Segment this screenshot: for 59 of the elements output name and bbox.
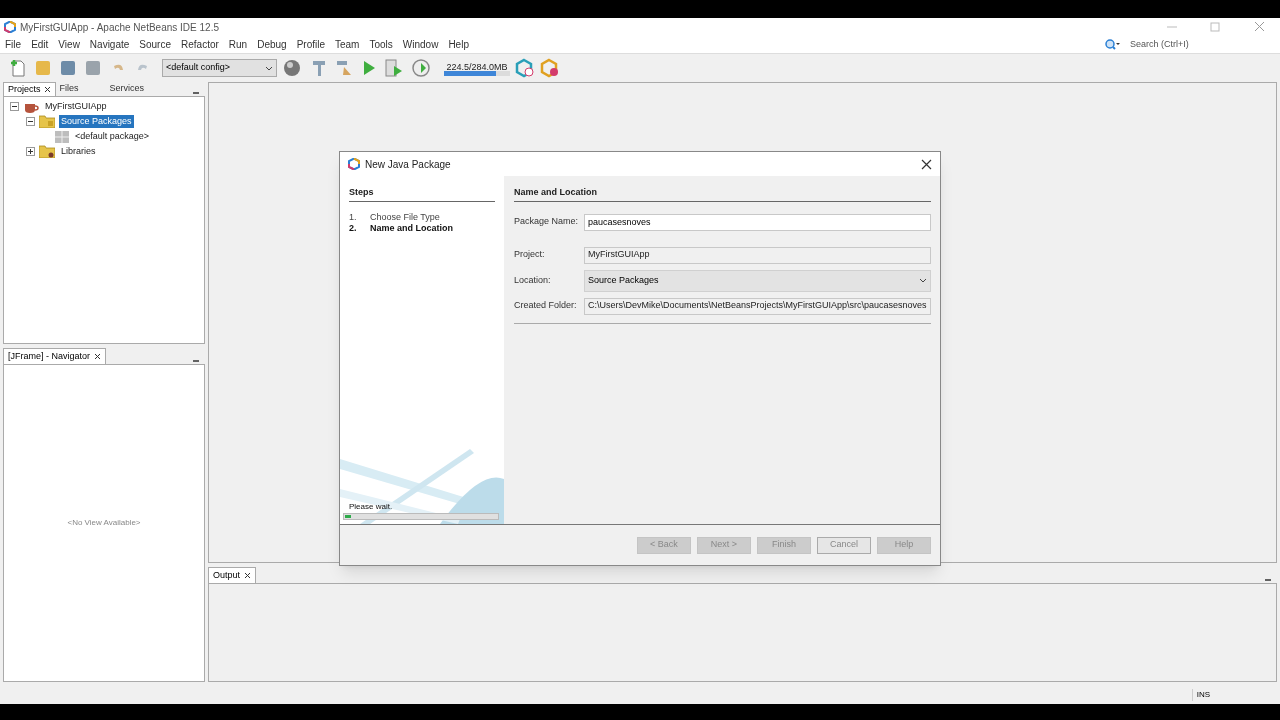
empty-message: <No View Available> <box>67 517 141 529</box>
field-label: Package Name: <box>514 215 580 229</box>
panel-tab[interactable]: Output <box>208 567 257 583</box>
menu-item[interactable]: Navigate <box>89 37 130 52</box>
text-field[interactable]: MyFirstGUIApp <box>584 246 931 264</box>
chevron-icon <box>919 278 927 283</box>
close-icon[interactable] <box>244 572 252 579</box>
dialog-title: New Java Package <box>365 157 451 172</box>
panel-tab[interactable]: Projects <box>3 82 56 96</box>
menu-item[interactable]: View <box>58 37 80 52</box>
menu-item[interactable]: Source <box>139 37 171 52</box>
search-icon[interactable] <box>1104 38 1120 51</box>
menu-item[interactable]: Run <box>228 37 248 52</box>
folder-icon <box>39 145 55 158</box>
package-name-field[interactable]: paucasesnoves <box>584 213 931 231</box>
close-icon[interactable] <box>43 86 51 93</box>
menu-item[interactable]: Debug <box>257 37 287 52</box>
package-icon <box>55 130 69 143</box>
field-label: Created Folder: <box>514 299 578 313</box>
window-title: MyFirstGUIApp - Apache NetBeans IDE 12.5 <box>20 20 219 35</box>
config-dropdown[interactable]: <default config> <box>162 59 277 77</box>
search-field[interactable]: Search (Ctrl+I) <box>1130 37 1270 52</box>
wizard-step: 1. Choose File Type <box>349 211 495 223</box>
menu-item[interactable]: Team <box>335 37 360 52</box>
menu-item[interactable]: Help <box>448 37 469 52</box>
menu-item[interactable]: Refactor <box>181 37 219 52</box>
field-label: Location: <box>514 273 552 287</box>
menu-item[interactable]: Edit <box>31 37 49 52</box>
wizard-step: 2. Name and Location <box>349 222 495 234</box>
folder-icon <box>39 115 55 128</box>
panel-tab[interactable]: [JFrame] - Navigator <box>3 348 107 364</box>
collapse-toggle[interactable] <box>26 117 35 126</box>
new-file-icon[interactable] <box>8 58 28 78</box>
menu-item[interactable]: File <box>5 37 22 52</box>
menu-item[interactable]: Window <box>402 37 439 52</box>
memory-reading[interactable]: 224.5/284.0MB <box>444 61 510 75</box>
panel-tab[interactable]: Services <box>105 82 156 96</box>
tree-item[interactable]: Source Packages <box>59 114 134 129</box>
insert-mode: INS <box>1191 689 1210 701</box>
tree-item[interactable]: <default package> <box>73 129 152 144</box>
expand-toggle[interactable] <box>26 147 35 156</box>
field-label: Project: <box>514 248 546 262</box>
menu-item[interactable]: Tools <box>369 37 393 52</box>
tree-item[interactable]: MyFirstGUIApp <box>43 99 109 114</box>
menu-item[interactable]: Profile <box>296 37 325 52</box>
profile-icon[interactable] <box>411 58 433 78</box>
tree-item[interactable]: Libraries <box>59 144 98 159</box>
app-logo <box>4 21 16 33</box>
dialog-logo <box>348 158 360 170</box>
chevron-icon <box>265 65 273 71</box>
close-icon[interactable] <box>94 353 102 360</box>
panel-tab[interactable]: Files <box>55 82 106 96</box>
text-field[interactable]: C:\Users\DevMike\Documents\NetBeansProjects\MyFirstGUIApp\src\paucasesnoves <box>584 297 931 315</box>
section-heading: Name and Location <box>514 186 931 202</box>
status-text: Please wait. <box>349 501 394 513</box>
close-icon[interactable] <box>921 158 932 170</box>
steps-heading: Steps <box>349 186 495 202</box>
location-dropdown[interactable]: Source Packages <box>584 269 931 292</box>
collapse-toggle[interactable] <box>10 102 19 111</box>
